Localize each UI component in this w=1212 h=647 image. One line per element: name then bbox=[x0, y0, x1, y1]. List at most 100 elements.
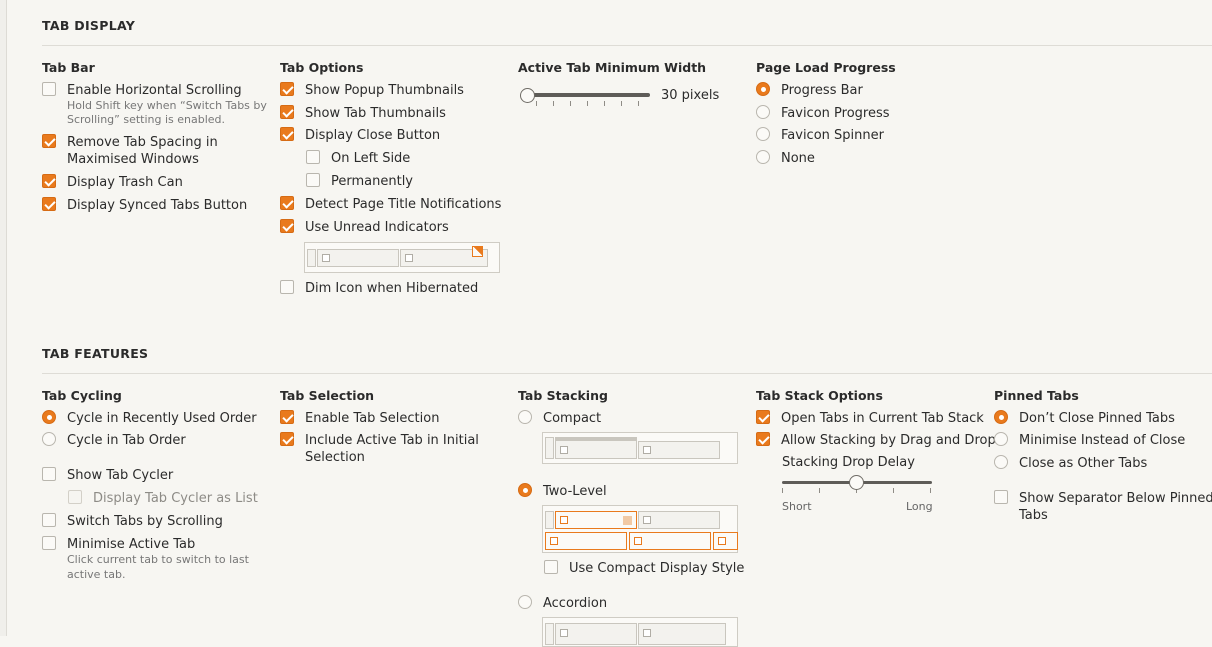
slider-min-label: Short bbox=[782, 500, 812, 513]
unread-indicator-icon bbox=[472, 246, 483, 257]
tab-bar-group: Tab Bar Enable Horizontal Scrolling Hold… bbox=[42, 60, 272, 220]
stack-count-icon bbox=[623, 516, 632, 525]
section-divider bbox=[42, 45, 1212, 46]
close-as-other-radio[interactable] bbox=[994, 455, 1008, 469]
on-left-side-checkbox[interactable] bbox=[306, 150, 320, 164]
minimise-active-checkbox[interactable] bbox=[42, 536, 56, 550]
favicon-progress-radio[interactable] bbox=[756, 105, 770, 119]
none-radio[interactable] bbox=[756, 150, 770, 164]
option-label: None bbox=[781, 151, 815, 166]
favicon-spinner-radio[interactable] bbox=[756, 127, 770, 141]
option-label: Maximised Windows bbox=[67, 152, 199, 167]
preview-tab bbox=[555, 623, 637, 645]
dim-icon-checkbox[interactable] bbox=[280, 280, 294, 294]
slider-max-label: Long bbox=[906, 500, 933, 513]
permanently-checkbox[interactable] bbox=[306, 173, 320, 187]
option-label: Use Compact Display Style bbox=[569, 561, 745, 576]
tab-thumbnails-checkbox[interactable] bbox=[280, 105, 294, 119]
unread-indicators-checkbox[interactable] bbox=[280, 219, 294, 233]
option-label: Close as Other Tabs bbox=[1019, 456, 1148, 471]
group-title-tab-selection: Tab Selection bbox=[280, 388, 375, 403]
preview-tab bbox=[638, 441, 720, 459]
tab-features-heading: TAB FEATURES bbox=[42, 346, 149, 361]
preview-tab bbox=[307, 249, 316, 267]
compact-preview bbox=[542, 432, 738, 464]
slider-tick bbox=[930, 488, 931, 493]
option-label: Minimise Active Tab bbox=[67, 537, 196, 552]
slider-tick bbox=[893, 488, 894, 493]
favicon-placeholder-icon bbox=[405, 254, 413, 262]
slider-tick bbox=[621, 101, 622, 106]
switch-scrolling-checkbox[interactable] bbox=[42, 513, 56, 527]
cycler-list-checkbox[interactable] bbox=[68, 490, 82, 504]
tab-stack-options-group: Tab Stack Options Open Tabs in Current T… bbox=[756, 388, 996, 528]
trash-can-checkbox[interactable] bbox=[42, 174, 56, 188]
hint-text: Scrolling” setting is enabled. bbox=[67, 113, 226, 126]
recently-used-radio[interactable] bbox=[42, 410, 56, 424]
favicon-placeholder-icon bbox=[643, 446, 651, 454]
slider-knob[interactable] bbox=[849, 475, 864, 490]
dont-close-pinned-radio[interactable] bbox=[994, 410, 1008, 424]
compact-display-checkbox[interactable] bbox=[544, 560, 558, 574]
option-label: Open Tabs in Current Tab Stack bbox=[781, 411, 984, 426]
compact-radio[interactable] bbox=[518, 410, 532, 424]
close-button-checkbox[interactable] bbox=[280, 127, 294, 141]
active-tab-width-slider[interactable] bbox=[518, 85, 658, 113]
slider-tick bbox=[587, 101, 588, 106]
preview-tab bbox=[638, 623, 726, 645]
option-label: Include Active Tab in Initial bbox=[305, 433, 479, 448]
tab-cycling-group: Tab Cycling Cycle in Recently Used Order… bbox=[42, 388, 272, 588]
option-label: Display Close Button bbox=[305, 128, 441, 143]
preview-tab bbox=[555, 437, 637, 459]
synced-tabs-checkbox[interactable] bbox=[42, 197, 56, 211]
option-label: Detect Page Title Notifications bbox=[305, 197, 502, 212]
show-tab-cycler-checkbox[interactable] bbox=[42, 467, 56, 481]
minimise-instead-radio[interactable] bbox=[994, 432, 1008, 446]
include-active-checkbox[interactable] bbox=[280, 432, 294, 446]
preview-tab bbox=[545, 511, 554, 529]
progress-bar-radio[interactable] bbox=[756, 82, 770, 96]
slider-knob[interactable] bbox=[520, 88, 535, 103]
slider-tick bbox=[604, 101, 605, 106]
tab-order-radio[interactable] bbox=[42, 432, 56, 446]
group-title-active-tab-width: Active Tab Minimum Width bbox=[518, 60, 707, 75]
drop-delay-slider[interactable] bbox=[782, 474, 934, 496]
option-label: Tabs bbox=[1019, 508, 1048, 523]
section-divider bbox=[42, 373, 1212, 374]
group-title-tab-cycling: Tab Cycling bbox=[42, 388, 122, 403]
preview-tab bbox=[545, 623, 554, 645]
separator-checkbox[interactable] bbox=[994, 490, 1008, 504]
option-label: Favicon Progress bbox=[781, 106, 890, 121]
accordion-radio[interactable] bbox=[518, 595, 532, 609]
group-title-tab-options: Tab Options bbox=[280, 60, 364, 75]
accordion-preview bbox=[542, 617, 738, 647]
option-label: Use Unread Indicators bbox=[305, 220, 449, 235]
two-level-radio[interactable] bbox=[518, 483, 532, 497]
option-label: Cycle in Tab Order bbox=[67, 433, 186, 448]
open-current-stack-checkbox[interactable] bbox=[756, 410, 770, 424]
horizontal-scrolling-checkbox[interactable] bbox=[42, 82, 56, 96]
preview-tab bbox=[555, 511, 637, 529]
title-notifications-checkbox[interactable] bbox=[280, 196, 294, 210]
drag-drop-checkbox[interactable] bbox=[756, 432, 770, 446]
option-label: Compact bbox=[543, 411, 602, 426]
favicon-placeholder-icon bbox=[718, 537, 726, 545]
favicon-placeholder-icon bbox=[643, 516, 651, 524]
slider-tick bbox=[819, 488, 820, 493]
group-title-page-load: Page Load Progress bbox=[756, 60, 896, 75]
tab-display-heading: TAB DISPLAY bbox=[42, 18, 136, 33]
popup-thumbnails-checkbox[interactable] bbox=[280, 82, 294, 96]
enable-selection-checkbox[interactable] bbox=[280, 410, 294, 424]
remove-tab-spacing-checkbox[interactable] bbox=[42, 134, 56, 148]
page-load-group: Page Load Progress Progress Bar Favicon … bbox=[756, 60, 986, 180]
slider-tick bbox=[782, 488, 783, 493]
unread-indicator-preview bbox=[304, 242, 500, 273]
favicon-placeholder-icon bbox=[634, 537, 642, 545]
tab-stacking-group: Tab Stacking Compact Two-Level Use Compa… bbox=[518, 388, 748, 647]
preview-tab bbox=[545, 437, 554, 459]
favicon-placeholder-icon bbox=[550, 537, 558, 545]
preview-tab bbox=[629, 532, 711, 550]
option-label: Switch Tabs by Scrolling bbox=[67, 514, 223, 529]
option-label: Show Separator Below Pinned bbox=[1019, 491, 1212, 506]
option-label: Progress Bar bbox=[781, 83, 863, 98]
